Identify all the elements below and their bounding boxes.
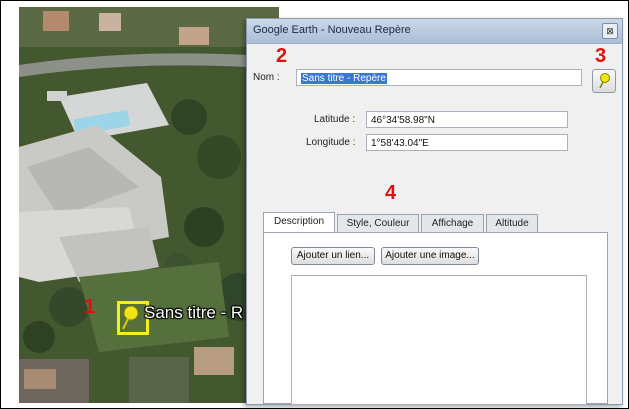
description-textarea[interactable]: [291, 275, 587, 405]
callout-3: 3: [595, 45, 607, 67]
longitude-label: Longitude :: [306, 137, 356, 148]
latitude-label: Latitude :: [314, 114, 356, 125]
dialog-title: Google Earth - Nouveau Repère: [253, 24, 411, 36]
close-icon[interactable]: ⊠: [602, 23, 618, 39]
screenshot-frame: Sans titre - R 1 Google Earth - Nouveau …: [0, 0, 629, 409]
tab-style-couleur[interactable]: Style, Couleur: [337, 214, 419, 232]
latitude-field[interactable]: 46°34'58.98"N: [366, 111, 568, 128]
callout-4: 4: [385, 182, 397, 204]
add-image-button[interactable]: Ajouter une image...: [381, 247, 479, 265]
aerial-imagery: [19, 7, 279, 403]
tab-affichage[interactable]: Affichage: [421, 214, 484, 232]
name-value: Sans titre - Repère: [301, 73, 387, 84]
longitude-field[interactable]: 1°58'43.04"E: [366, 134, 568, 151]
new-placemark-dialog: Google Earth - Nouveau Repère ⊠ Nom : Sa…: [246, 18, 623, 405]
name-label: Nom :: [253, 72, 280, 83]
name-field[interactable]: Sans titre - Repère: [296, 69, 582, 86]
callout-1: 1: [84, 296, 96, 318]
tab-altitude[interactable]: Altitude: [486, 214, 538, 232]
placemark-icon-button[interactable]: [592, 69, 616, 93]
placemark-label[interactable]: Sans titre - R: [144, 303, 243, 323]
yellow-pushpin-icon: [599, 73, 610, 89]
tab-description[interactable]: Description: [263, 212, 335, 233]
description-panel: Ajouter un lien... Ajouter une image...: [263, 232, 608, 405]
callout-2: 2: [276, 45, 288, 67]
dialog-titlebar[interactable]: Google Earth - Nouveau Repère ⊠: [247, 19, 622, 44]
satellite-map[interactable]: Sans titre - R: [19, 7, 279, 403]
add-link-button[interactable]: Ajouter un lien...: [291, 247, 375, 265]
